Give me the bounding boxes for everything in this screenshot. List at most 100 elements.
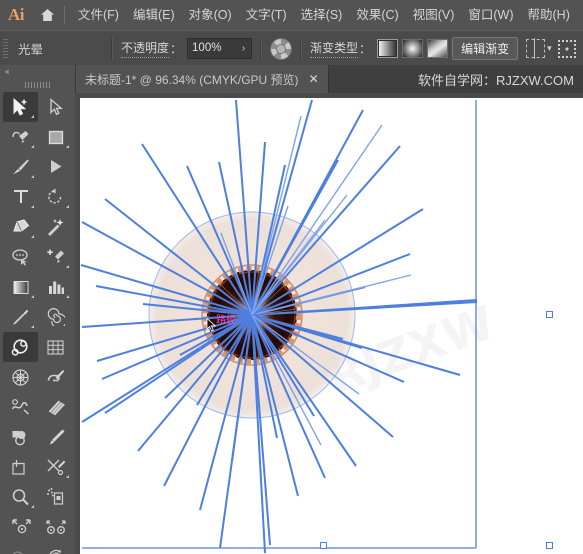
illustrator-window: Ai 文件(F) 编辑(E) 对象(O) 文字(T) 选择(S) 效果(C) 视…: [0, 0, 583, 554]
tool-magic-wand[interactable]: [38, 212, 73, 242]
document-setup-icon[interactable]: [557, 39, 576, 58]
symbol-sprayer-tool-icon: [47, 488, 64, 505]
gradient-swatch-icon[interactable]: [270, 37, 293, 60]
menu-item-view[interactable]: 视图(V): [406, 6, 462, 25]
warp-tool-icon: [11, 399, 29, 415]
canvas-area[interactable]: RJZXW: [75, 93, 583, 554]
tool-artboard[interactable]: [3, 452, 38, 482]
menu-item-type[interactable]: 文字(T): [239, 6, 294, 25]
shaper-tool-icon: [50, 160, 61, 173]
tool-scissors-knife[interactable]: [38, 452, 73, 482]
shape-builder-tool-icon: [12, 431, 26, 446]
curvature-pen-tool-icon: [11, 131, 28, 143]
linear-gradient-button[interactable]: [377, 39, 399, 58]
magic-wand-tool-icon: [48, 219, 64, 236]
lasso-tool-icon: [11, 249, 28, 266]
menu-bar: Ai 文件(F) 编辑(E) 对象(O) 文字(T) 选择(S) 效果(C) 视…: [0, 0, 583, 30]
tool-flyout-indicator: [66, 475, 69, 478]
tool-shape-builder[interactable]: [3, 422, 38, 452]
opacity-value[interactable]: 100%: [188, 42, 236, 55]
tool-direct-selection[interactable]: [38, 92, 73, 122]
menu-item-help[interactable]: 帮助(H): [521, 6, 577, 25]
menu-item-object[interactable]: 对象(O): [182, 6, 239, 25]
tool-flyout-indicator: [31, 235, 34, 238]
document-tab[interactable]: 未标题-1* @ 96.34% (CMYK/GPU 预览) ✕: [75, 65, 329, 93]
menu-divider: [64, 6, 65, 24]
menu-item-file[interactable]: 文件(F): [71, 6, 126, 25]
tool-blend[interactable]: [3, 542, 38, 554]
tool-flyout-indicator: [31, 145, 34, 148]
document-tab-title: 未标题-1* @ 96.34% (CMYK/GPU 预览): [85, 72, 299, 87]
artboard[interactable]: RJZXW: [80, 98, 583, 554]
control-bar-grip[interactable]: [0, 31, 11, 66]
tool-flyout-indicator: [66, 295, 69, 298]
menu-item-effect[interactable]: 效果(C): [349, 6, 405, 25]
tool-flyout-indicator: [31, 325, 34, 328]
selection-tool-icon: [13, 97, 27, 116]
eyedropper-tool-icon: [13, 309, 29, 325]
tools-grid: [0, 92, 75, 554]
menu-item-select[interactable]: 选择(S): [294, 6, 350, 25]
tool-live-paint-bucket[interactable]: [3, 362, 38, 392]
document-tab-bar: 未标题-1* @ 96.34% (CMYK/GPU 预览) ✕ 软件自学网：RJ…: [75, 65, 583, 93]
menu-item-window[interactable]: 窗口(W): [461, 6, 520, 25]
tool-column-graph[interactable]: [38, 272, 73, 302]
tool-warp[interactable]: [3, 392, 38, 422]
tool-flyout-indicator: [31, 205, 34, 208]
radial-gradient-button[interactable]: [402, 39, 424, 58]
handle-bottom-center[interactable]: [320, 542, 327, 549]
tool-eraser[interactable]: [3, 212, 38, 242]
tool-flare[interactable]: [3, 332, 38, 362]
tool-symbol-sprayer[interactable]: [38, 482, 73, 512]
rotate-3d-tool-icon: [49, 549, 61, 554]
tool-eyedropper[interactable]: [3, 302, 38, 332]
tool-gradient[interactable]: [3, 272, 38, 302]
tool-spiral[interactable]: [38, 302, 73, 332]
freeform-gradient-button[interactable]: [427, 39, 449, 58]
control-divider-2: [260, 37, 263, 60]
rotate-tool-icon: [48, 188, 62, 204]
tool-lasso[interactable]: [3, 242, 38, 272]
tool-blob-brush[interactable]: [38, 362, 73, 392]
tool-curvature-pen[interactable]: [3, 122, 38, 152]
scale-shear-tool-icon: [11, 519, 31, 534]
spiral-tool-icon: [47, 308, 65, 326]
artboard-tool-icon: [12, 460, 25, 475]
tool-flyout-indicator: [66, 265, 69, 268]
edit-gradient-button[interactable]: 编辑渐变: [452, 37, 519, 60]
tool-mesh-grid[interactable]: [38, 332, 73, 362]
tool-selection[interactable]: [3, 92, 38, 122]
tool-pencil[interactable]: [38, 422, 73, 452]
opacity-label: 不透明度: [121, 39, 170, 58]
tool-pen-add-anchor[interactable]: [38, 242, 73, 272]
align-icon: [526, 38, 546, 59]
scissors-knife-tool-icon: [47, 459, 65, 476]
tool-flyout-indicator: [31, 175, 34, 178]
tool-zoom[interactable]: [3, 482, 38, 512]
align-dropdown-button[interactable]: ▾: [526, 38, 552, 59]
tool-rectangle[interactable]: [38, 122, 73, 152]
close-icon[interactable]: ✕: [307, 72, 321, 86]
tool-rotate-3d[interactable]: [38, 542, 73, 554]
tool-paintbrush[interactable]: [3, 152, 38, 182]
tool-flyout-indicator: [31, 115, 34, 118]
tool-type[interactable]: [3, 182, 38, 212]
home-icon-glyph: [40, 9, 54, 21]
handle-right-middle[interactable]: [546, 311, 553, 318]
menu-item-edit[interactable]: 编辑(E): [126, 6, 182, 25]
tool-puppet-warp[interactable]: [38, 512, 73, 542]
tool-flyout-indicator: [31, 505, 34, 508]
tool-rotate[interactable]: [38, 182, 73, 212]
tool-width[interactable]: [38, 392, 73, 422]
tools-panel-grip[interactable]: [0, 78, 75, 92]
tool-scale-shear[interactable]: [3, 512, 38, 542]
tools-panel-collapse-icon[interactable]: «: [0, 65, 75, 78]
width-tool-icon: [48, 400, 65, 416]
tool-flyout-indicator: [66, 205, 69, 208]
tool-shaper[interactable]: [38, 152, 73, 182]
opacity-dropdown-icon[interactable]: ›: [236, 43, 251, 54]
handle-bottom-right[interactable]: [546, 542, 553, 549]
home-icon[interactable]: [32, 0, 62, 30]
paintbrush-tool-icon: [13, 159, 29, 175]
opacity-input[interactable]: 100% ›: [187, 38, 253, 59]
